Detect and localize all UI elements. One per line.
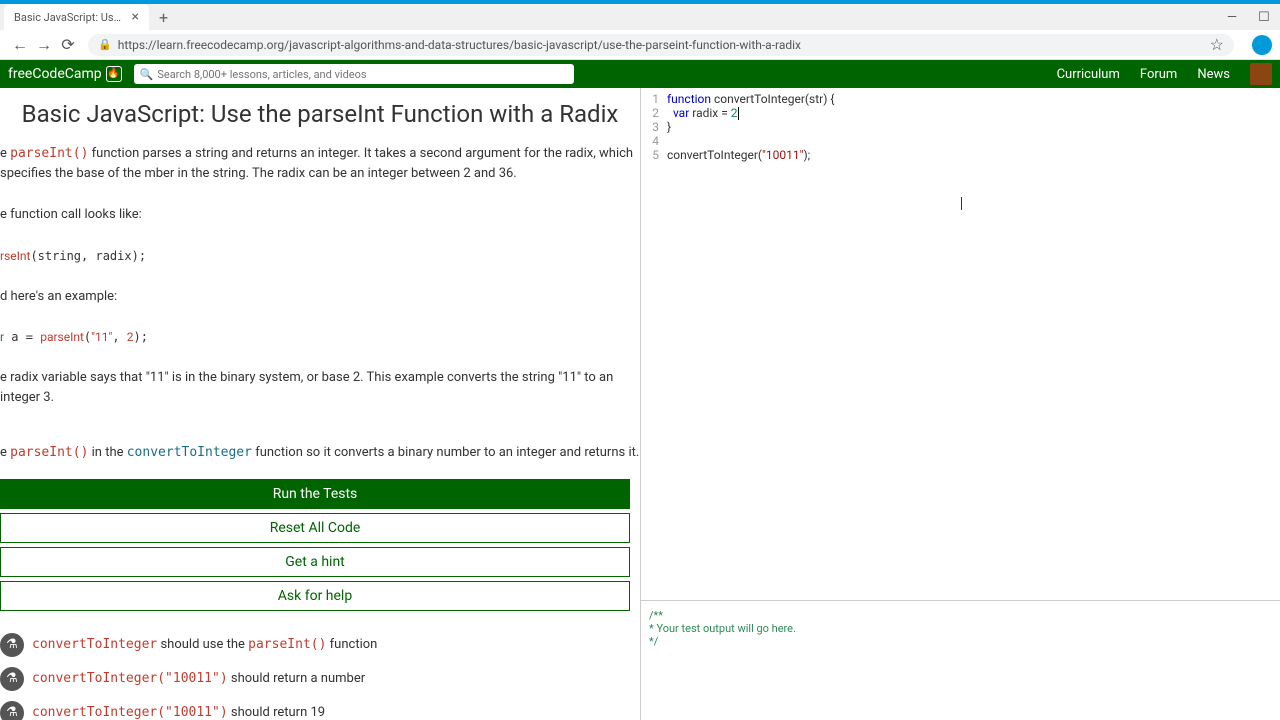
url-text: https://learn.freecodecamp.org/javascrip… [118,38,801,52]
nav-news[interactable]: News [1197,67,1230,82]
nav-forum[interactable]: Forum [1140,67,1177,82]
description-2: e function call looks like: [0,201,640,229]
nav-curriculum[interactable]: Curriculum [1057,67,1120,82]
action-buttons: Run the Tests Reset All Code Get a hint … [0,467,640,623]
editor-line[interactable]: 2 var radix = 2 [641,106,1280,120]
page-title: Basic JavaScript: Use the parseInt Funct… [0,88,640,140]
site-header: freeCodeCamp 🔥 🔍 Curriculum Forum News [0,60,1280,88]
test-row: ⚗ convertToInteger should use the parseIn… [0,629,640,661]
url-bar[interactable]: 🔒 https://learn.freecodecamp.org/javascr… [88,34,1234,56]
code-example-2: r a = parseInt("11", 2); [0,324,640,350]
back-button[interactable]: ← [8,33,32,57]
line-number: 1 [641,92,667,106]
avatar[interactable] [1250,63,1272,85]
test-text: convertToInteger("10011") should return … [32,705,325,720]
nav-links: Curriculum Forum News [1057,63,1272,85]
line-number: 2 [641,106,667,120]
line-number: 3 [641,120,667,134]
minimize-button[interactable]: — [1216,4,1248,30]
editor-text-cursor [961,197,962,210]
search-icon: 🔍 [140,68,154,81]
flask-icon: ⚗ [0,633,24,657]
description-1: e parseInt() function parses a string an… [0,140,640,187]
editor-line[interactable]: 5convertToInteger("10011"); [641,148,1280,162]
editor-line[interactable]: 1function convertToInteger(str) { [641,92,1280,106]
flask-icon: ⚗ [0,667,24,691]
flame-icon: 🔥 [106,66,122,82]
run-tests-button[interactable]: Run the Tests [0,479,630,509]
flask-icon: ⚗ [0,701,24,720]
close-icon[interactable]: × [132,9,139,25]
maximize-button[interactable]: ☐ [1248,4,1280,30]
reset-code-button[interactable]: Reset All Code [0,513,630,543]
new-tab-button[interactable]: + [159,8,168,27]
ask-help-button[interactable]: Ask for help [0,581,630,611]
code-example-1: rseInt(string, radix); [0,243,640,269]
test-list: ⚗ convertToInteger should use the parseIn… [0,623,640,720]
test-text: convertToInteger("10011") should return … [32,671,365,686]
code-editor[interactable]: 1function convertToInteger(str) {2 var r… [641,88,1280,600]
right-panel: 1function convertToInteger(str) {2 var r… [640,88,1280,720]
line-number: 5 [641,148,667,162]
hint-button[interactable]: Get a hint [0,547,630,577]
lock-icon: 🔒 [98,38,112,51]
search-input[interactable] [157,68,567,81]
reload-button[interactable]: ⟳ [56,33,80,57]
editor-line[interactable]: 4 [641,134,1280,148]
lesson-panel: Basic JavaScript: Use the parseInt Funct… [0,88,640,720]
tab-title: Basic JavaScript: Use the parseIn [14,11,124,24]
bookmark-icon[interactable]: ☆ [1210,35,1224,54]
browser-profile-icon[interactable] [1252,35,1272,55]
description-4: e radix variable says that "11" is in th… [0,364,640,411]
test-row: ⚗ convertToInteger("10011") should return… [0,697,640,720]
test-text: convertToInteger should use the parseInt… [32,637,377,652]
description-5: e parseInt() in the convertToInteger fun… [0,439,640,467]
forward-button[interactable]: → [32,33,56,57]
line-number: 4 [641,134,667,148]
logo[interactable]: freeCodeCamp 🔥 [8,66,122,82]
browser-tab[interactable]: Basic JavaScript: Use the parseIn × [4,4,149,30]
search-box[interactable]: 🔍 [134,64,574,84]
description-3: d here's an example: [0,283,640,311]
window-controls: — ☐ [1216,4,1280,30]
test-row: ⚗ convertToInteger("10011") should return… [0,663,640,695]
output-console: /** * Your test output will go here. */ [641,600,1280,720]
editor-line[interactable]: 3} [641,120,1280,134]
browser-titlebar: Basic JavaScript: Use the parseIn × + — … [0,0,1280,30]
browser-addressbar: ← → ⟳ 🔒 https://learn.freecodecamp.org/j… [0,30,1280,60]
main: Basic JavaScript: Use the parseInt Funct… [0,88,1280,720]
